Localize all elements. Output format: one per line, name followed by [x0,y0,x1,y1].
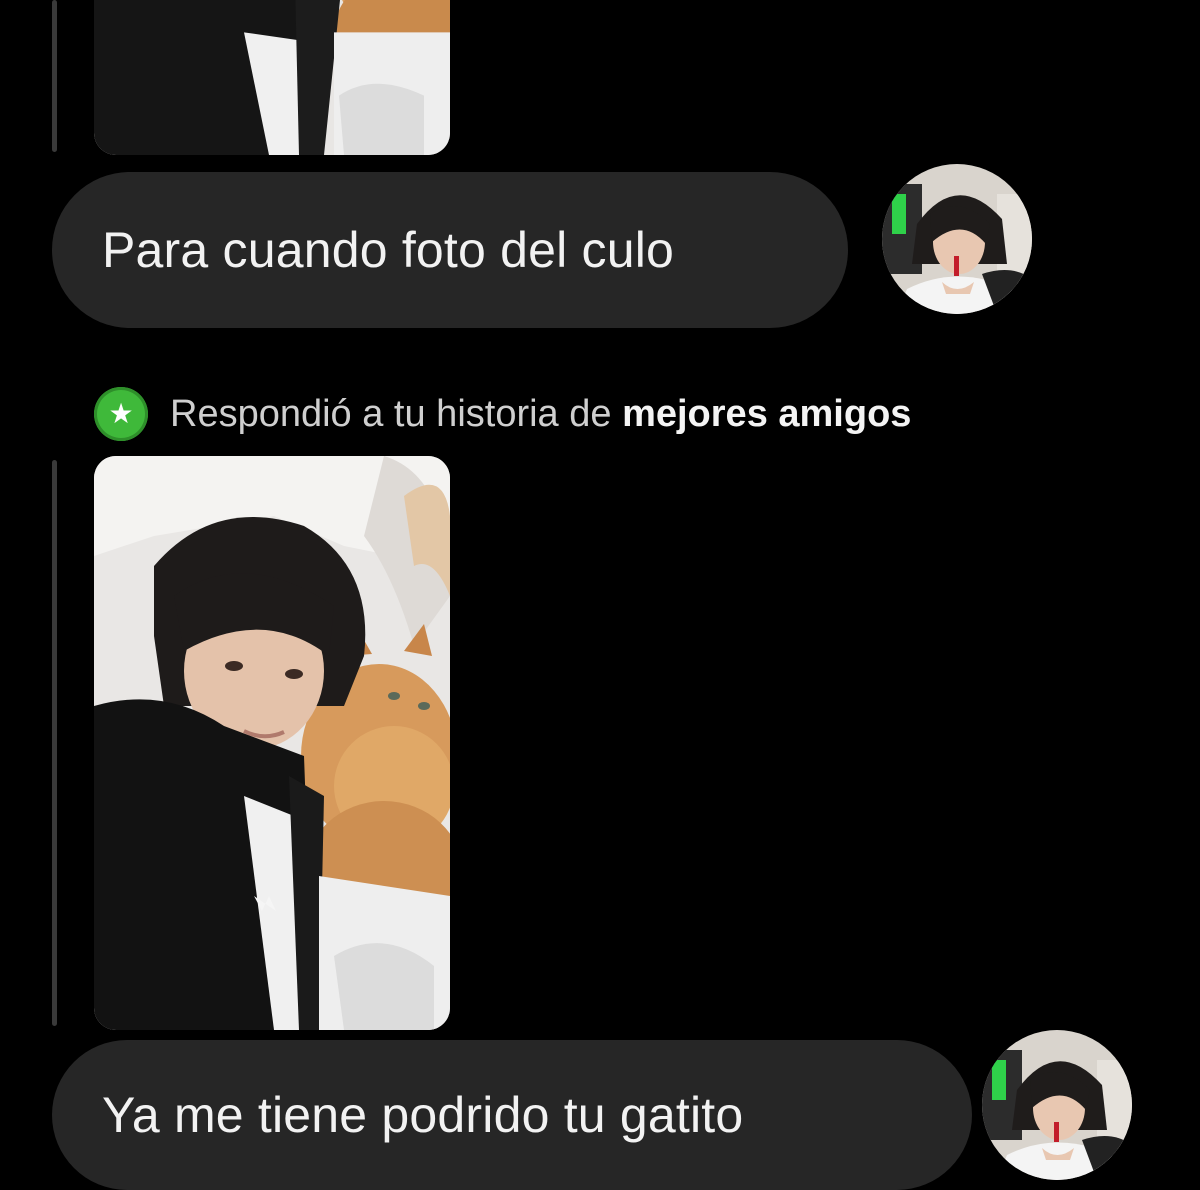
sender-avatar[interactable] [882,164,1032,314]
avatar-photo [882,164,1032,314]
story-thumbnail[interactable] [94,0,450,155]
story-reply-bar [52,0,57,152]
star-icon: ★ [94,387,148,441]
story-photo [94,456,450,1030]
message-text: Ya me tiene podrido tu gatito [102,1087,744,1143]
sender-avatar[interactable] [982,1030,1132,1180]
message-bubble[interactable]: Para cuando foto del culo [52,172,848,328]
story-reply-note-text: Respondió a tu historia de mejores amigo… [170,392,912,435]
story-thumbnail[interactable] [94,456,450,1030]
avatar-photo [982,1030,1132,1180]
story-photo [94,0,450,155]
story-reply-note-bold: mejores amigos [622,392,912,435]
story-reply-bar [52,460,57,1026]
message-bubble[interactable]: Ya me tiene podrido tu gatito [52,1040,972,1190]
story-reply-note: ★ Respondió a tu historia de mejores ami… [94,387,912,441]
message-text: Para cuando foto del culo [102,222,675,278]
